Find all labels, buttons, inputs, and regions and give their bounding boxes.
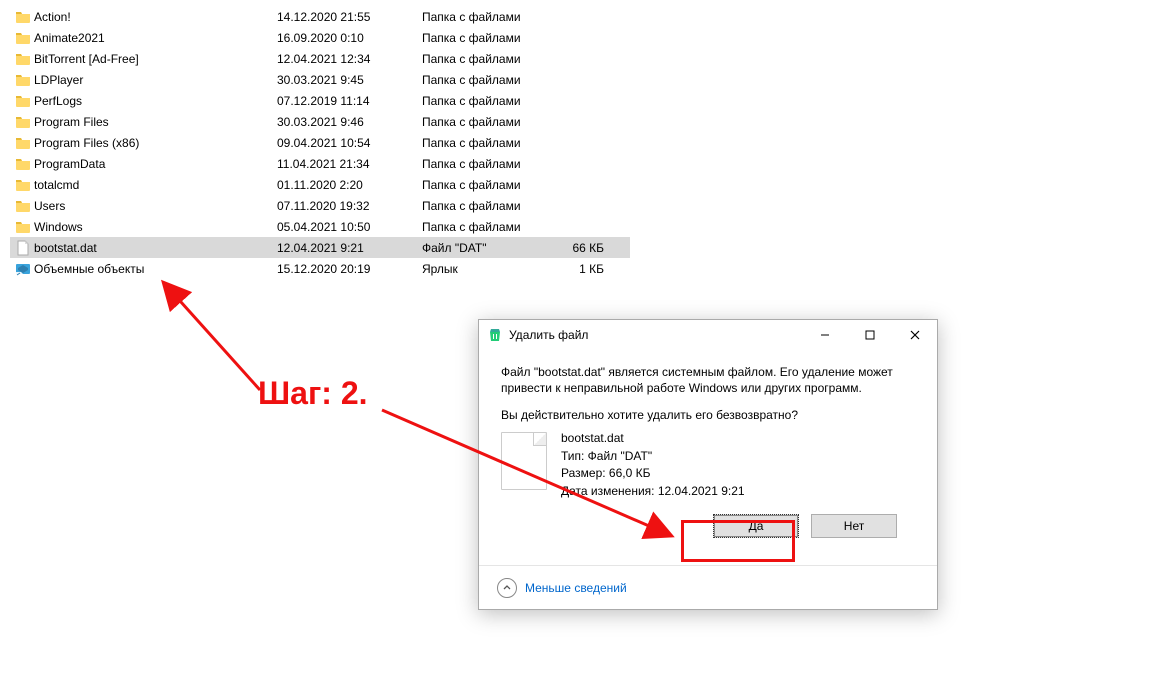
file-name: Windows <box>32 220 277 234</box>
file-date: 16.09.2020 0:10 <box>277 31 422 45</box>
file-row[interactable]: Program Files (x86)09.04.2021 10:54Папка… <box>10 132 630 153</box>
file-row[interactable]: BitTorrent [Ad-Free]12.04.2021 12:34Папк… <box>10 48 630 69</box>
file-name: BitTorrent [Ad-Free] <box>32 52 277 66</box>
file-date: 12.04.2021 9:21 <box>277 241 422 255</box>
file-row[interactable]: Action!14.12.2020 21:55Папка с файлами <box>10 6 630 27</box>
file-type: Папка с файлами <box>422 199 552 213</box>
folder-icon <box>14 93 32 109</box>
file-date: 07.12.2019 11:14 <box>277 94 422 108</box>
shortcut3d-icon <box>14 261 32 277</box>
file-icon <box>14 240 32 256</box>
file-type: Папка с файлами <box>422 178 552 192</box>
file-name: Action! <box>32 10 277 24</box>
chevron-up-icon[interactable] <box>497 578 517 598</box>
file-row[interactable]: ProgramData11.04.2021 21:34Папка с файла… <box>10 153 630 174</box>
file-name: Program Files (x86) <box>32 136 277 150</box>
file-type: Папка с файлами <box>422 94 552 108</box>
file-list: Action!14.12.2020 21:55Папка с файламиAn… <box>10 6 630 279</box>
file-type: Папка с файлами <box>422 115 552 129</box>
file-size: 1 КБ <box>552 262 612 276</box>
dialog-body: Файл "bootstat.dat" является системным ф… <box>479 350 937 538</box>
file-date: 15.12.2020 20:19 <box>277 262 422 276</box>
dialog-title: Удалить файл <box>509 328 802 342</box>
yes-button[interactable]: Да <box>713 514 799 538</box>
file-size: 66 КБ <box>552 241 612 255</box>
file-name: totalcmd <box>32 178 277 192</box>
file-name: Объемные объекты <box>32 262 277 276</box>
file-type: Файл "DAT" <box>422 241 552 255</box>
file-row[interactable]: Объемные объекты15.12.2020 20:19Ярлык1 К… <box>10 258 630 279</box>
file-type: Папка с файлами <box>422 157 552 171</box>
maximize-button[interactable] <box>847 320 892 350</box>
file-properties: bootstat.dat Тип: Файл "DAT" Размер: 66,… <box>561 430 745 500</box>
dialog-titlebar: Удалить файл <box>479 320 937 350</box>
file-date: 12.04.2021 12:34 <box>277 52 422 66</box>
delete-file-dialog: Удалить файл Файл "bootstat.dat" являетс… <box>478 319 938 610</box>
file-type: Папка с файлами <box>422 31 552 45</box>
file-name: ProgramData <box>32 157 277 171</box>
close-button[interactable] <box>892 320 937 350</box>
file-type: Папка с файлами <box>422 220 552 234</box>
file-date: 14.12.2020 21:55 <box>277 10 422 24</box>
folder-icon <box>14 156 32 172</box>
folder-icon <box>14 135 32 151</box>
file-row[interactable]: Animate202116.09.2020 0:10Папка с файлам… <box>10 27 630 48</box>
file-name: LDPlayer <box>32 73 277 87</box>
dialog-actions: Да Нет <box>501 500 915 538</box>
file-row[interactable]: Program Files30.03.2021 9:46Папка с файл… <box>10 111 630 132</box>
file-type-label: Тип: Файл "DAT" <box>561 448 745 465</box>
file-type: Папка с файлами <box>422 73 552 87</box>
file-row[interactable]: bootstat.dat12.04.2021 9:21Файл "DAT"66 … <box>10 237 630 258</box>
file-name: Animate2021 <box>32 31 277 45</box>
file-name: bootstat.dat <box>32 241 277 255</box>
annotation-step-label: Шаг: 2. <box>258 375 368 412</box>
dialog-file-info: bootstat.dat Тип: Файл "DAT" Размер: 66,… <box>501 430 915 500</box>
minimize-button[interactable] <box>802 320 847 350</box>
file-name-label: bootstat.dat <box>561 430 745 447</box>
file-row[interactable]: Users07.11.2020 19:32Папка с файлами <box>10 195 630 216</box>
folder-icon <box>14 114 32 130</box>
file-icon <box>501 432 547 490</box>
dialog-footer: Меньше сведений <box>479 565 937 609</box>
folder-icon <box>14 30 32 46</box>
file-row[interactable]: PerfLogs07.12.2019 11:14Папка с файлами <box>10 90 630 111</box>
no-button[interactable]: Нет <box>811 514 897 538</box>
folder-icon <box>14 198 32 214</box>
file-row[interactable]: LDPlayer30.03.2021 9:45Папка с файлами <box>10 69 630 90</box>
recycle-icon <box>487 327 503 343</box>
file-date-label: Дата изменения: 12.04.2021 9:21 <box>561 483 745 500</box>
folder-icon <box>14 177 32 193</box>
dialog-warning-text: Файл "bootstat.dat" является системным ф… <box>501 364 915 396</box>
file-name: Users <box>32 199 277 213</box>
dialog-question-text: Вы действительно хотите удалить его безв… <box>501 408 915 422</box>
file-date: 11.04.2021 21:34 <box>277 157 422 171</box>
file-name: PerfLogs <box>32 94 277 108</box>
folder-icon <box>14 72 32 88</box>
file-type: Папка с файлами <box>422 52 552 66</box>
file-date: 07.11.2020 19:32 <box>277 199 422 213</box>
file-date: 01.11.2020 2:20 <box>277 178 422 192</box>
less-details-link[interactable]: Меньше сведений <box>525 581 627 595</box>
file-date: 30.03.2021 9:46 <box>277 115 422 129</box>
file-date: 30.03.2021 9:45 <box>277 73 422 87</box>
folder-icon <box>14 219 32 235</box>
folder-icon <box>14 51 32 67</box>
file-row[interactable]: totalcmd01.11.2020 2:20Папка с файлами <box>10 174 630 195</box>
file-size-label: Размер: 66,0 КБ <box>561 465 745 482</box>
file-type: Папка с файлами <box>422 136 552 150</box>
file-date: 09.04.2021 10:54 <box>277 136 422 150</box>
file-type: Ярлык <box>422 262 552 276</box>
file-row[interactable]: Windows05.04.2021 10:50Папка с файлами <box>10 216 630 237</box>
folder-icon <box>14 9 32 25</box>
file-date: 05.04.2021 10:50 <box>277 220 422 234</box>
file-name: Program Files <box>32 115 277 129</box>
file-type: Папка с файлами <box>422 10 552 24</box>
